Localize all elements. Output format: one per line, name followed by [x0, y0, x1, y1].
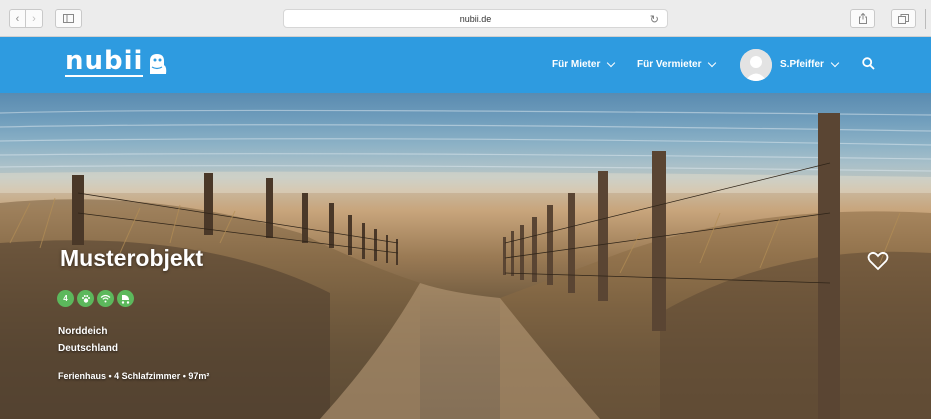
- share-button[interactable]: [850, 9, 875, 28]
- bed-icon: 4: [57, 290, 74, 307]
- forward-button[interactable]: ›: [26, 9, 43, 28]
- nav-fuer-vermieter[interactable]: Für Vermieter: [637, 58, 717, 70]
- wifi-icon: [97, 290, 114, 307]
- listing-city: Norddeich: [58, 326, 108, 337]
- heart-icon: [867, 251, 889, 271]
- site-header: nubii Für Mieter Für Vermieter S.Pfeiffe…: [0, 37, 931, 93]
- listing-country: Deutschland: [58, 343, 119, 354]
- chevron-down-icon: [607, 58, 616, 68]
- url-text: nubii.de: [459, 13, 492, 24]
- back-button[interactable]: ‹: [9, 9, 26, 28]
- favorite-button[interactable]: [867, 251, 889, 276]
- logo[interactable]: nubii: [65, 47, 168, 77]
- chevron-down-icon: [708, 58, 717, 68]
- paw-icon: [77, 290, 94, 307]
- nav-label: Für Mieter: [552, 59, 601, 70]
- logo-mascot-icon: [150, 54, 167, 74]
- nav-fuer-mieter[interactable]: Für Mieter: [552, 58, 616, 70]
- tabs-button[interactable]: [891, 9, 916, 28]
- chevron-right-icon: ›: [32, 12, 36, 25]
- browser-toolbar: ‹ › nubii.de ↻: [0, 0, 931, 37]
- nav-label: Für Vermieter: [637, 59, 702, 70]
- share-icon: [858, 13, 867, 24]
- avatar[interactable]: [740, 49, 772, 81]
- chevron-left-icon: ‹: [15, 12, 20, 25]
- hero-image: Musterobjekt 4 Norddeich Deutschland Fer…: [0, 93, 931, 419]
- sidebar-button[interactable]: [55, 9, 82, 28]
- listing-title: Musterobjekt: [60, 245, 204, 271]
- amenity-badges: 4: [57, 290, 134, 307]
- baby-icon: [117, 290, 134, 307]
- chevron-down-icon: [830, 58, 840, 68]
- listing-details: Ferienhaus • 4 Schlafzimmer • 97m²: [58, 371, 210, 381]
- reload-icon[interactable]: ↻: [650, 13, 659, 26]
- user-icon: [740, 49, 772, 81]
- user-menu[interactable]: S.Pfeiffer: [780, 58, 840, 70]
- user-name: S.Pfeiffer: [780, 59, 824, 70]
- sidebar-icon: [63, 14, 74, 23]
- address-bar[interactable]: nubii.de ↻: [283, 9, 668, 28]
- window-edge: [925, 9, 931, 29]
- logo-text: nubii: [65, 46, 144, 77]
- tabs-icon: [898, 13, 909, 24]
- search-button[interactable]: [862, 57, 875, 75]
- search-icon: [862, 57, 875, 70]
